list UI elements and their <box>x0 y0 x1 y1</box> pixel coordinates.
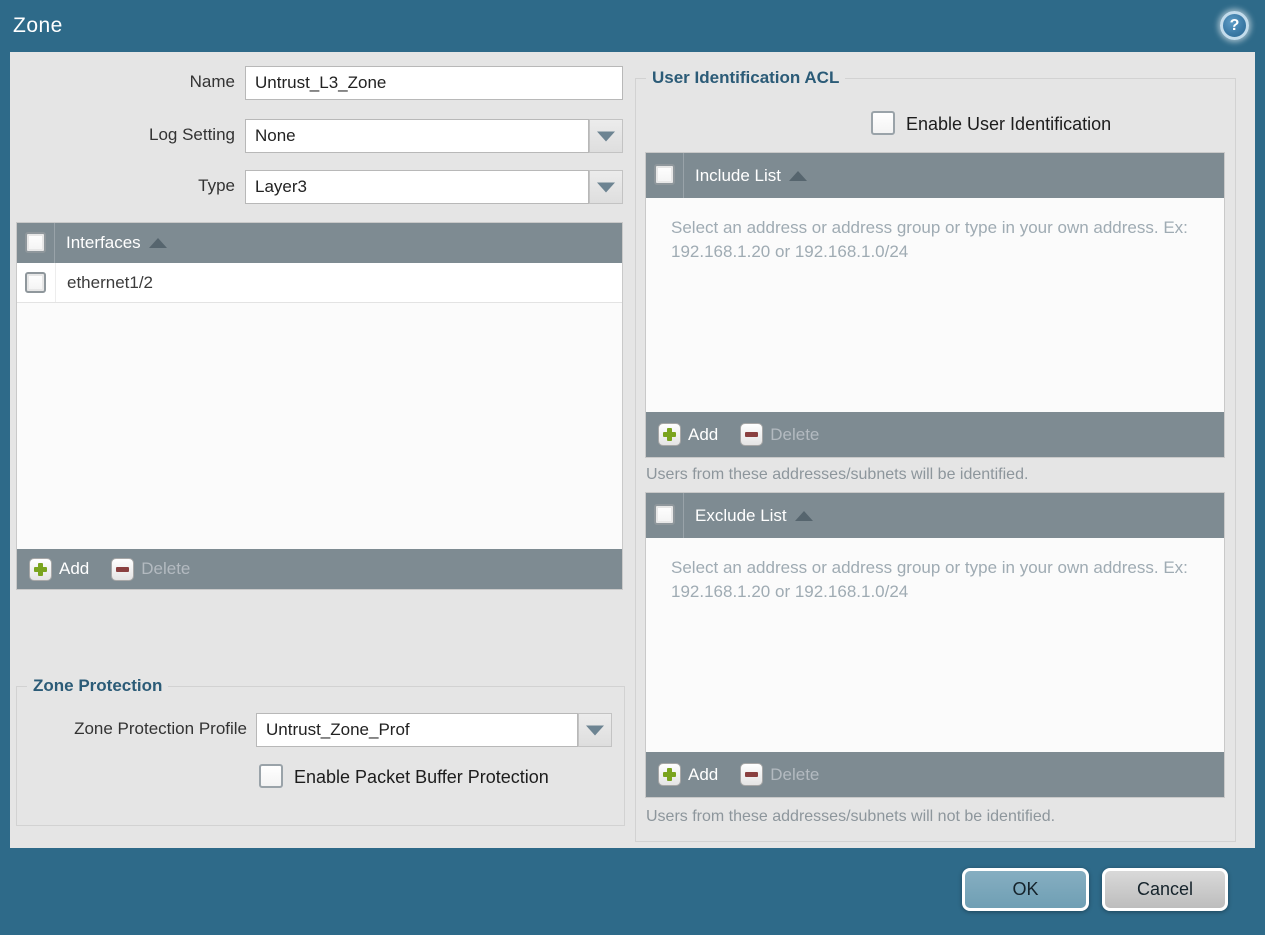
include-list-caption: Users from these addresses/subnets will … <box>646 466 1029 483</box>
delete-minus-icon <box>740 763 764 786</box>
zone-protection-profile-dropdown-arrow-icon[interactable] <box>578 713 612 747</box>
delete-button-label: Delete <box>770 764 820 784</box>
user-identification-acl-legend: User Identification ACL <box>646 68 846 88</box>
delete-minus-icon <box>740 423 764 446</box>
interface-row-checkbox[interactable] <box>25 272 46 293</box>
enable-user-identification-label: Enable User Identification <box>906 114 1112 134</box>
zone-protection-profile-dropdown[interactable]: Untrust_Zone_Prof <box>256 713 578 747</box>
log-setting-dropdown-arrow-icon[interactable] <box>589 119 623 153</box>
sort-ascending-icon <box>794 510 813 521</box>
help-icon[interactable]: ? <box>1220 11 1249 40</box>
interfaces-grid-toolbar: Add Delete <box>17 549 622 589</box>
delete-button-label: Delete <box>141 559 191 578</box>
row-divider <box>55 263 56 302</box>
interfaces-header-label: Interfaces <box>66 233 141 252</box>
zone-protection-legend: Zone Protection <box>27 676 169 696</box>
cancel-button[interactable]: Cancel <box>1102 868 1228 911</box>
include-select-all-checkbox[interactable] <box>654 164 675 185</box>
interface-row[interactable]: ethernet1/2 <box>17 263 622 303</box>
zone-protection-profile-label: Zone Protection Profile <box>74 719 247 738</box>
include-list-placeholder: Select an address or address group or ty… <box>671 218 1188 261</box>
include-list-header[interactable]: Include List <box>646 153 1224 198</box>
interfaces-grid: Interfaces ethernet1/2 Add Delete <box>16 222 623 590</box>
zone-dialog-body: Name Log Setting None Type Layer3 Interf… <box>10 52 1255 848</box>
add-button-label: Add <box>688 424 719 444</box>
interfaces-add-button[interactable]: Add <box>29 557 90 581</box>
sort-ascending-icon <box>148 238 167 248</box>
include-list-toolbar: Add Delete <box>646 412 1224 457</box>
exclude-list-header[interactable]: Exclude List <box>646 493 1224 538</box>
exclude-list-caption: Users from these addresses/subnets will … <box>646 808 1056 825</box>
exclude-list-toolbar: Add Delete <box>646 752 1224 797</box>
add-plus-icon <box>29 557 52 581</box>
exclude-list-grid: Exclude List Select an address or addres… <box>645 492 1225 798</box>
ok-button[interactable]: OK <box>962 868 1089 911</box>
delete-minus-icon <box>111 557 135 581</box>
name-label: Name <box>189 72 235 91</box>
enable-packet-buffer-protection-label: Enable Packet Buffer Protection <box>294 767 549 787</box>
sort-ascending-icon <box>789 170 807 181</box>
dialog-title: Zone <box>13 14 63 37</box>
exclude-list-header-label: Exclude List <box>695 505 787 525</box>
include-add-button[interactable]: Add <box>658 423 718 446</box>
interfaces-grid-header[interactable]: Interfaces <box>17 223 622 263</box>
include-list-grid: Include List Select an address or addres… <box>645 152 1225 458</box>
name-input[interactable] <box>245 66 623 100</box>
type-label: Type <box>198 176 235 195</box>
dialog-titlebar: Zone ? <box>0 0 1265 52</box>
exclude-header-checkbox-cell <box>646 493 684 538</box>
zone-protection-group: Zone Protection <box>16 676 625 826</box>
interfaces-header-checkbox-cell <box>17 223 55 263</box>
include-list-header-label: Include List <box>695 165 781 185</box>
exclude-select-all-checkbox[interactable] <box>654 504 675 525</box>
include-delete-button[interactable]: Delete <box>740 423 819 446</box>
interfaces-select-all-checkbox[interactable] <box>25 232 46 253</box>
type-dropdown[interactable]: Layer3 <box>245 170 589 204</box>
interfaces-delete-button[interactable]: Delete <box>111 557 191 581</box>
interface-name: ethernet1/2 <box>67 272 154 292</box>
enable-packet-buffer-protection-checkbox[interactable] <box>259 764 283 788</box>
exclude-delete-button[interactable]: Delete <box>740 763 819 786</box>
include-header-checkbox-cell <box>646 153 684 198</box>
add-plus-icon <box>658 763 681 786</box>
add-button-label: Add <box>59 559 90 578</box>
type-dropdown-arrow-icon[interactable] <box>589 170 623 204</box>
delete-button-label: Delete <box>770 424 820 444</box>
exclude-add-button[interactable]: Add <box>658 763 718 786</box>
add-button-label: Add <box>688 764 719 784</box>
enable-user-identification-checkbox[interactable] <box>871 111 895 135</box>
add-plus-icon <box>658 423 681 446</box>
exclude-list-placeholder: Select an address or address group or ty… <box>671 558 1188 601</box>
log-setting-label: Log Setting <box>148 125 235 144</box>
log-setting-dropdown[interactable]: None <box>245 119 589 153</box>
